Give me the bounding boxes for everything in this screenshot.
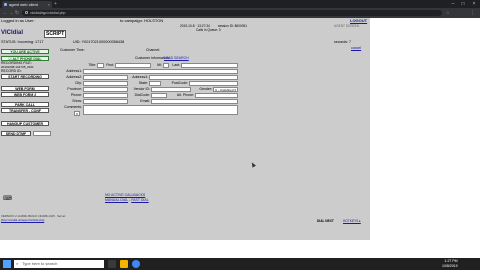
record-id-label: RECORD ID:: [1, 69, 22, 73]
favicon-icon: [4, 3, 7, 6]
comments-field[interactable]: [83, 105, 238, 115]
email-field[interactable]: [151, 99, 238, 104]
browser-menu-icon[interactable]: ⋮: [470, 9, 475, 17]
city-field[interactable]: [83, 81, 128, 86]
star-icon[interactable]: ☆: [446, 10, 452, 16]
dialcode-label: DialCode:: [134, 93, 150, 97]
fast-dial-link[interactable]: FAST DIAL: [131, 198, 148, 202]
browser-tab[interactable]: agent web client ×: [2, 1, 52, 8]
address1-label: Address1:: [66, 69, 82, 73]
maximize-icon[interactable]: □: [458, 0, 468, 8]
dtmf-input[interactable]: [33, 131, 51, 136]
address3-label: Address3:: [132, 75, 148, 79]
middle-initial-field[interactable]: [163, 63, 169, 68]
dialpad-icon[interactable]: ⌨: [3, 196, 12, 202]
lead-search-link[interactable]: LEAD SEARCH: [164, 56, 189, 60]
browser-tab-bar: [0, 0, 480, 8]
park-call-button[interactable]: PARK CALL: [1, 102, 49, 107]
web-form-button[interactable]: WEB FORM: [1, 86, 49, 91]
gender-label: Gender:: [199, 87, 212, 91]
seconds-label: seconds: 7: [334, 40, 351, 44]
mi-label: MI:: [157, 63, 162, 67]
gender-select[interactable]: U - Undefined ▾: [213, 87, 238, 92]
no-active-callbacks-link[interactable]: NO ACTIVE CALLBACKS: [105, 193, 145, 197]
campaign-label: to campaign: HOLSTON: [120, 18, 164, 23]
taskbar-search-input[interactable]: ⌕ Type here to search: [14, 260, 104, 268]
title-label: Title:: [88, 63, 96, 67]
address2-label: Address2:: [66, 75, 82, 79]
chrome-icon[interactable]: [132, 260, 140, 268]
uid-label: UID: Y0017021000000058438: [73, 40, 125, 44]
search-icon: ⌕: [16, 261, 19, 266]
alt-phone-label: Alt. Phone:: [176, 93, 194, 97]
agent-screen-label: AGENT SCREEN: [334, 24, 360, 28]
dial-next-label: DIAL NEXT: [317, 219, 334, 223]
search-placeholder: Type here to search: [22, 261, 58, 266]
close-window-icon[interactable]: ×: [469, 0, 479, 8]
vendor-id-field[interactable]: [151, 87, 191, 92]
address3-field[interactable]: [149, 75, 238, 80]
comments-counter: 0: [74, 111, 80, 116]
province-field[interactable]: [83, 87, 128, 92]
alt-phone-field[interactable]: [195, 93, 238, 98]
you-are-active-button[interactable]: YOU ARE ACTIVE: [1, 49, 49, 54]
tab-title: agent web client: [9, 2, 38, 7]
url-text: vicidial/agc/vicidial.php: [30, 11, 66, 15]
session-label: session ID: 8600051: [218, 24, 248, 28]
close-tab-icon[interactable]: ×: [48, 1, 50, 8]
postcode-label: PostCode:: [171, 81, 188, 85]
hotkeys-link[interactable]: HOTKEYS ▸: [343, 219, 361, 223]
vicidial-agent-page: [0, 18, 370, 240]
vendor-id-label: Vendor ID:: [133, 87, 150, 91]
address2-field[interactable]: [83, 75, 128, 80]
address1-field[interactable]: [83, 69, 238, 74]
city-label: City:: [75, 81, 82, 85]
vicidial-logo: VICIdial: [1, 30, 24, 36]
state-label: State:: [138, 81, 148, 85]
last-label: Last:: [172, 63, 180, 67]
clock-date: 10/8/2019: [442, 264, 458, 268]
email-label: Email:: [140, 99, 150, 103]
minimize-icon[interactable]: –: [448, 0, 458, 8]
title-field[interactable]: [97, 63, 104, 68]
phone-field[interactable]: [83, 93, 128, 98]
customer-time-label: Customer Time:: [60, 48, 85, 52]
system-tray[interactable]: 1:27 PM 10/8/2019: [442, 259, 458, 269]
new-tab-icon[interactable]: +: [54, 1, 57, 8]
comments-label: Comments:: [64, 105, 82, 109]
reload-icon[interactable]: ↻: [14, 9, 20, 17]
province-label: Province:: [67, 87, 82, 91]
blank-right-pane: [370, 18, 480, 240]
task-view-icon[interactable]: [108, 260, 116, 268]
channel-label: Channel:: [146, 48, 161, 52]
footer-link[interactable]: [http://vicidial.url/agent/vicidial.php]: [1, 218, 44, 222]
file-explorer-icon[interactable]: [120, 260, 128, 268]
windows-start-icon[interactable]: [3, 260, 11, 268]
status-label: STATUS: Incoming: 1717: [1, 40, 44, 44]
phone-label: Phone:: [70, 93, 82, 97]
first-label: First:: [106, 63, 114, 67]
logout-link[interactable]: LOGOUT: [350, 19, 367, 23]
transfer-conf-button[interactable]: TRANSFER - CONF: [1, 108, 49, 113]
hangup-customer-button[interactable]: HANGUP CUSTOMER: [1, 121, 49, 126]
postcode-field[interactable]: [189, 81, 238, 86]
script-tab[interactable]: SCRIPT: [44, 30, 67, 38]
state-field[interactable]: [149, 81, 161, 86]
start-recording-button[interactable]: START RECORDING: [1, 74, 49, 79]
last-name-field[interactable]: [181, 63, 238, 68]
web-form-2-button[interactable]: WEB FORM 2: [1, 92, 49, 97]
show-field[interactable]: [83, 99, 128, 104]
lock-icon: [25, 11, 28, 14]
dialcode-field[interactable]: [151, 93, 167, 98]
logged-in-label: Logged in as User:: [1, 18, 35, 23]
show-label: Show:: [72, 99, 82, 103]
calls-in-queue: Calls In Queue: 0: [196, 28, 221, 32]
send-dtmf-button[interactable]: SEND DTMF: [1, 131, 31, 136]
first-name-field[interactable]: [115, 63, 151, 68]
url-field[interactable]: vicidial/agc/vicidial.php: [22, 10, 442, 16]
cancel-link[interactable]: cancel: [351, 46, 361, 50]
manual-dial-link[interactable]: MANUAL DIAL: [105, 198, 128, 202]
